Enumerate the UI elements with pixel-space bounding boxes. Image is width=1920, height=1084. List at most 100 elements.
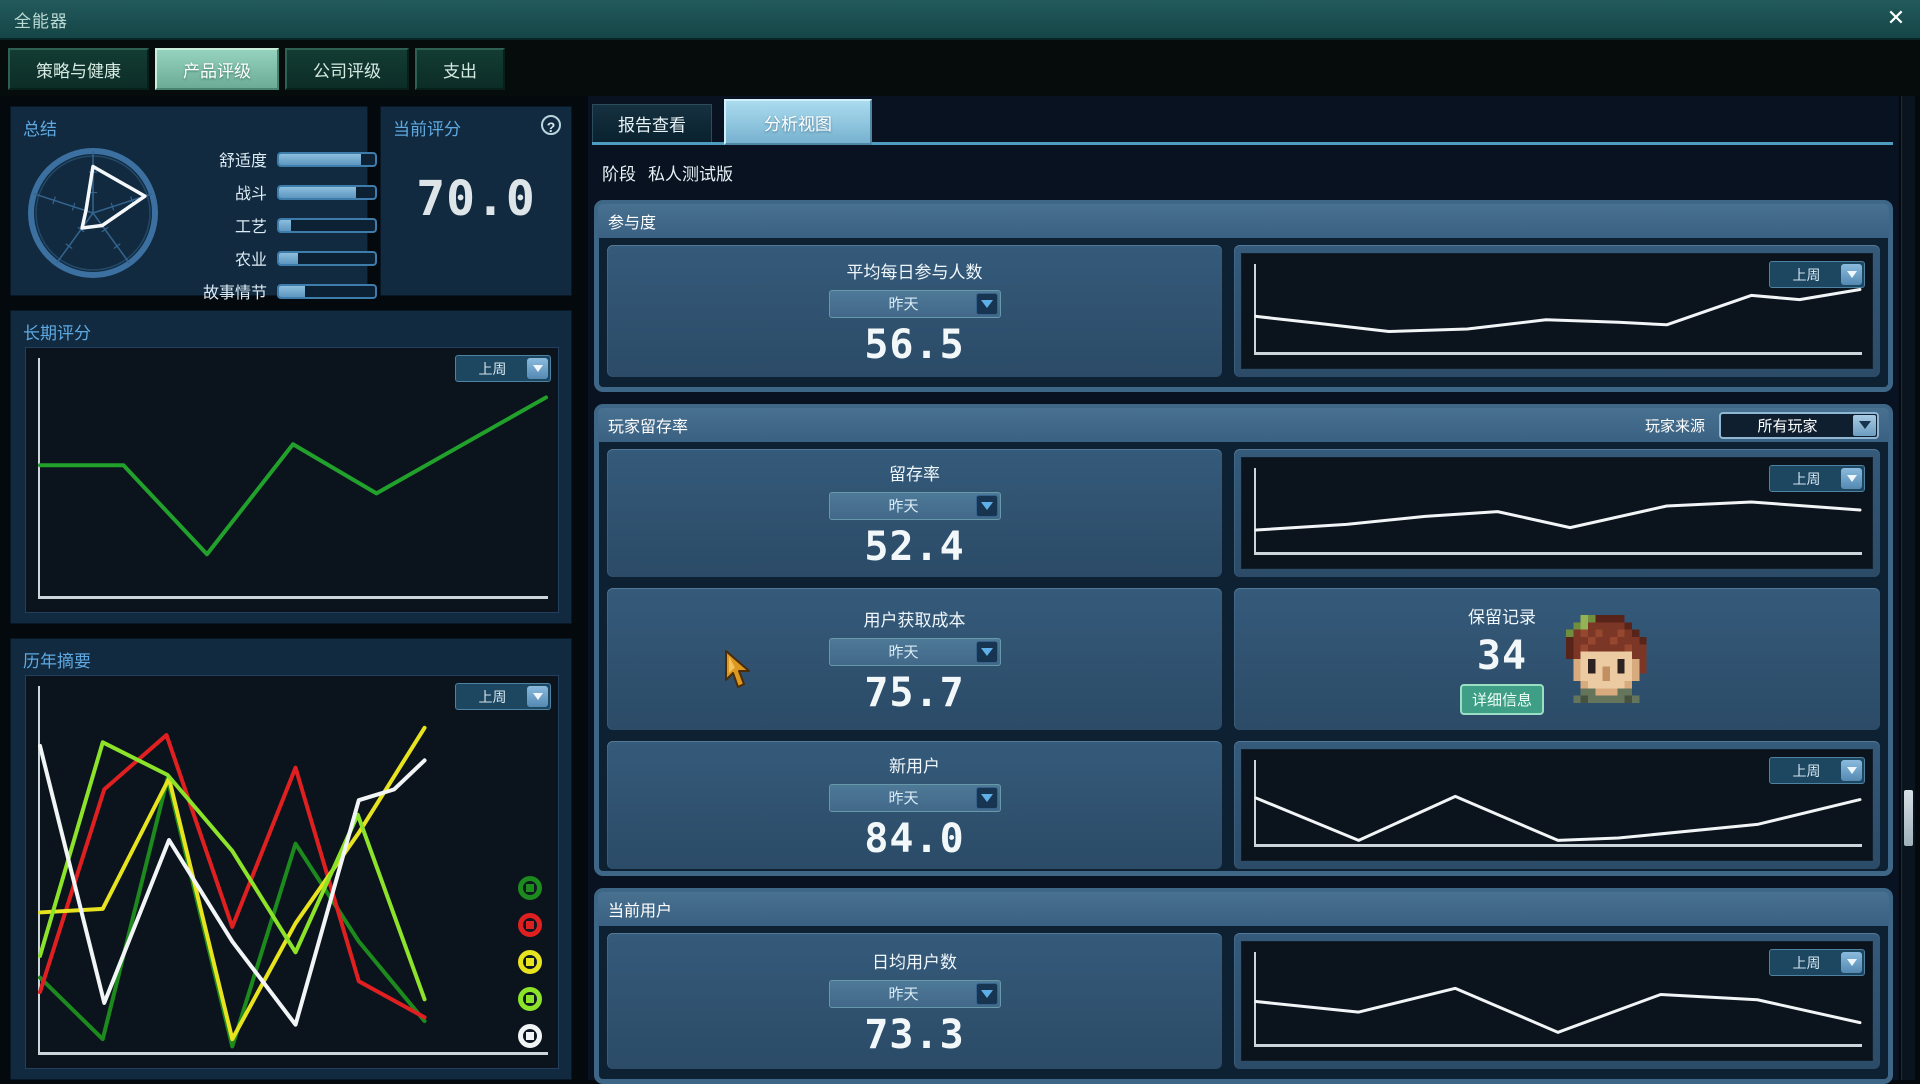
new-users-chart: 上周: [1241, 749, 1873, 861]
metric-bar-farming: [277, 251, 377, 266]
daily-users-chart: 上周: [1241, 941, 1873, 1061]
metric-label: 战斗: [171, 180, 267, 204]
engagement-chart-card: 上周: [1234, 245, 1880, 377]
stage-label: 阶段: [602, 160, 636, 185]
scrollbar-handle[interactable]: [1904, 790, 1913, 846]
daily-users-value: 73.3: [864, 1015, 964, 1055]
retention-rate-label: 留存率: [889, 460, 940, 485]
acquisition-period-dropdown[interactable]: 昨天: [829, 638, 1001, 666]
retention-record-label: 保留记录: [1468, 603, 1536, 628]
current-rating-panel: 当前评分 ? 70.0: [380, 106, 572, 296]
chevron-down-icon: [976, 983, 998, 1005]
legend-dot-icon: [518, 913, 542, 937]
help-icon[interactable]: ?: [541, 115, 561, 135]
legend-dot-icon: [518, 987, 542, 1011]
new-users-range-dropdown[interactable]: 上周: [1769, 757, 1865, 784]
x-axis: [38, 1052, 548, 1055]
metric-bar-story: [277, 284, 377, 299]
scrollbar-track[interactable]: [1901, 96, 1915, 1080]
retention-section-title: 玩家留存率: [608, 413, 688, 437]
tab-analysis-view[interactable]: 分析视图: [724, 99, 872, 145]
current-rating-title: 当前评分: [393, 115, 461, 140]
new-users-period-dropdown[interactable]: 昨天: [829, 784, 1001, 812]
chevron-down-icon: [976, 641, 998, 663]
acquisition-cost-label: 用户获取成本: [864, 606, 966, 631]
tab-company-rating[interactable]: 公司评级: [285, 48, 409, 90]
current-users-section-title: 当前用户: [608, 897, 672, 921]
yearly-chart: 上周: [25, 675, 559, 1069]
daily-users-period-dropdown[interactable]: 昨天: [829, 980, 1001, 1008]
engagement-range-dropdown[interactable]: 上周: [1769, 261, 1865, 288]
legend-dot-icon: [518, 950, 542, 974]
new-users-value: 84.0: [864, 819, 964, 859]
long-term-chart: 上周: [25, 347, 559, 613]
new-users-card: 新用户 昨天 84.0: [607, 741, 1222, 869]
chevron-down-icon: [976, 787, 998, 809]
current-rating-value: 70.0: [381, 171, 571, 227]
x-axis: [1254, 352, 1862, 355]
yearly-lines: [40, 688, 546, 1050]
x-axis: [1254, 552, 1862, 555]
tab-strategy-health[interactable]: 策略与健康: [8, 48, 149, 90]
yearly-range-dropdown[interactable]: 上周: [455, 683, 551, 710]
acquisition-cost-card: 用户获取成本 昨天 75.7: [607, 588, 1222, 730]
engagement-label: 平均每日参与人数: [847, 258, 983, 283]
pixel-character-avatar: [1566, 615, 1654, 703]
player-source-dropdown[interactable]: 所有玩家: [1719, 412, 1879, 439]
main-tab-bar: 策略与健康 产品评级 公司评级 支出: [0, 40, 1920, 96]
acquisition-cost-value: 75.7: [864, 673, 964, 713]
yearly-title: 历年摘要: [23, 647, 91, 672]
long-term-line: [40, 360, 546, 594]
stage-value: 私人测试版: [648, 160, 733, 185]
engagement-value: 56.5: [864, 325, 964, 365]
summary-metrics: 舒适度 战斗 工艺 农业 故事情节: [171, 147, 381, 303]
tab-report-view[interactable]: 报告查看: [592, 104, 712, 143]
metric-label: 舒适度: [171, 147, 267, 171]
daily-users-chart-card: 上周: [1234, 933, 1880, 1069]
yearly-legend: [518, 876, 542, 1048]
long-term-rating-panel: 长期评分 上周: [10, 310, 572, 624]
metric-bar-combat: [277, 185, 377, 200]
new-users-label: 新用户: [889, 752, 940, 777]
x-axis: [1254, 1044, 1862, 1047]
legend-dot-icon: [518, 1024, 542, 1048]
retention-chart-card: 上周: [1234, 449, 1880, 577]
retention-rate-card: 留存率 昨天 52.4: [607, 449, 1222, 577]
tab-expenses[interactable]: 支出: [415, 48, 505, 90]
engagement-section-title: 参与度: [608, 209, 656, 233]
current-users-section: 当前用户 日均用户数 昨天 73.3 上周: [594, 888, 1893, 1084]
x-axis: [1254, 844, 1862, 847]
window-title: 全能器: [14, 7, 68, 32]
retention-section: 玩家留存率 玩家来源 所有玩家 留存率 昨天 52.4: [594, 404, 1893, 876]
daily-users-card: 日均用户数 昨天 73.3: [607, 933, 1222, 1069]
chevron-down-icon: [1853, 415, 1876, 436]
chevron-down-icon: [1841, 468, 1862, 489]
yearly-summary-panel: 历年摘要 上周: [10, 638, 572, 1080]
retention-period-dropdown[interactable]: 昨天: [829, 492, 1001, 520]
chevron-down-icon: [527, 686, 548, 707]
metric-label: 工艺: [171, 213, 267, 237]
daily-users-range-dropdown[interactable]: 上周: [1769, 949, 1865, 976]
retention-record-card: 保留记录 34 详细信息: [1234, 588, 1880, 730]
tab-product-rating[interactable]: 产品评级: [155, 48, 279, 90]
engagement-chart: 上周: [1241, 253, 1873, 369]
engagement-period-dropdown[interactable]: 昨天: [829, 290, 1001, 318]
mouse-cursor-icon: [724, 650, 754, 692]
radar-chart: [17, 135, 169, 287]
new-users-chart-card: 上周: [1234, 741, 1880, 869]
chevron-down-icon: [976, 495, 998, 517]
long-term-range-dropdown[interactable]: 上周: [455, 355, 551, 382]
chevron-down-icon: [527, 358, 548, 379]
daily-users-label: 日均用户数: [872, 948, 957, 973]
player-source-label: 玩家来源: [1645, 415, 1705, 436]
retention-range-dropdown[interactable]: 上周: [1769, 465, 1865, 492]
chevron-down-icon: [1841, 264, 1862, 285]
window-titlebar: 全能器 ✕: [0, 0, 1920, 40]
metric-bar-comfort: [277, 152, 377, 167]
chevron-down-icon: [1841, 760, 1862, 781]
close-icon[interactable]: ✕: [1882, 4, 1910, 32]
engagement-value-card: 平均每日参与人数 昨天 56.5: [607, 245, 1222, 377]
metric-label: 农业: [171, 246, 267, 270]
detail-info-button[interactable]: 详细信息: [1460, 684, 1544, 715]
engagement-section: 参与度 平均每日参与人数 昨天 56.5 上周: [594, 200, 1893, 392]
